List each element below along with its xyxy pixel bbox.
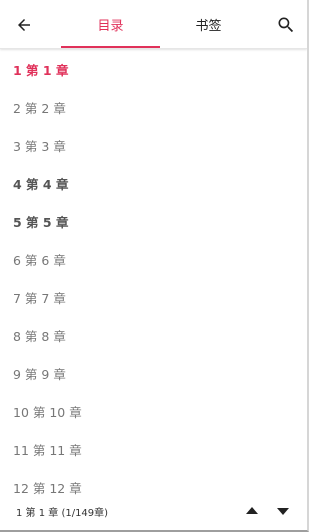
chapter-item[interactable]: 1 第 1 章	[0, 50, 307, 88]
top-bar: 目录 书签	[0, 0, 307, 49]
active-tab-indicator	[61, 46, 160, 48]
chapter-item[interactable]: 3 第 3 章	[0, 126, 307, 164]
tab-bookmarks[interactable]: 书签	[160, 0, 257, 48]
triangle-down-icon	[277, 508, 289, 515]
search-icon	[278, 17, 294, 33]
back-button[interactable]	[12, 13, 36, 37]
chapter-item[interactable]: 5 第 5 章	[0, 202, 307, 240]
chapter-item[interactable]: 2 第 2 章	[0, 88, 307, 126]
current-chapter-status: 1 第 1 章 (1/149章)	[16, 508, 109, 519]
triangle-up-icon	[246, 507, 258, 514]
bottom-bar: 1 第 1 章 (1/149章)	[0, 498, 307, 530]
chapter-item[interactable]: 9 第 9 章	[0, 354, 307, 392]
chapter-item[interactable]: 10 第 10 章	[0, 392, 307, 430]
scroll-up-button[interactable]	[242, 501, 262, 521]
tab-catalog-label: 目录	[97, 18, 124, 34]
tab-bookmarks-label: 书签	[195, 18, 222, 34]
chapter-item[interactable]: 4 第 4 章	[0, 164, 307, 202]
scroll-down-button[interactable]	[273, 501, 293, 521]
chapter-item[interactable]: 6 第 6 章	[0, 240, 307, 278]
chapter-item[interactable]: 8 第 8 章	[0, 316, 307, 354]
chapter-list[interactable]: 1 第 1 章2 第 2 章3 第 3 章4 第 4 章5 第 5 章6 第 6…	[0, 50, 307, 498]
tab-catalog[interactable]: 目录	[61, 0, 160, 48]
arrow-left-icon	[18, 19, 30, 31]
search-button[interactable]	[274, 13, 298, 37]
chapter-item[interactable]: 12 第 12 章	[0, 468, 307, 498]
chapter-item[interactable]: 7 第 7 章	[0, 278, 307, 316]
toc-screen: 目录 书签 1 第 1 章2 第 2 章3 第 3 章4 第 4 章5 第 5 …	[0, 0, 309, 532]
chapter-item[interactable]: 11 第 11 章	[0, 430, 307, 468]
